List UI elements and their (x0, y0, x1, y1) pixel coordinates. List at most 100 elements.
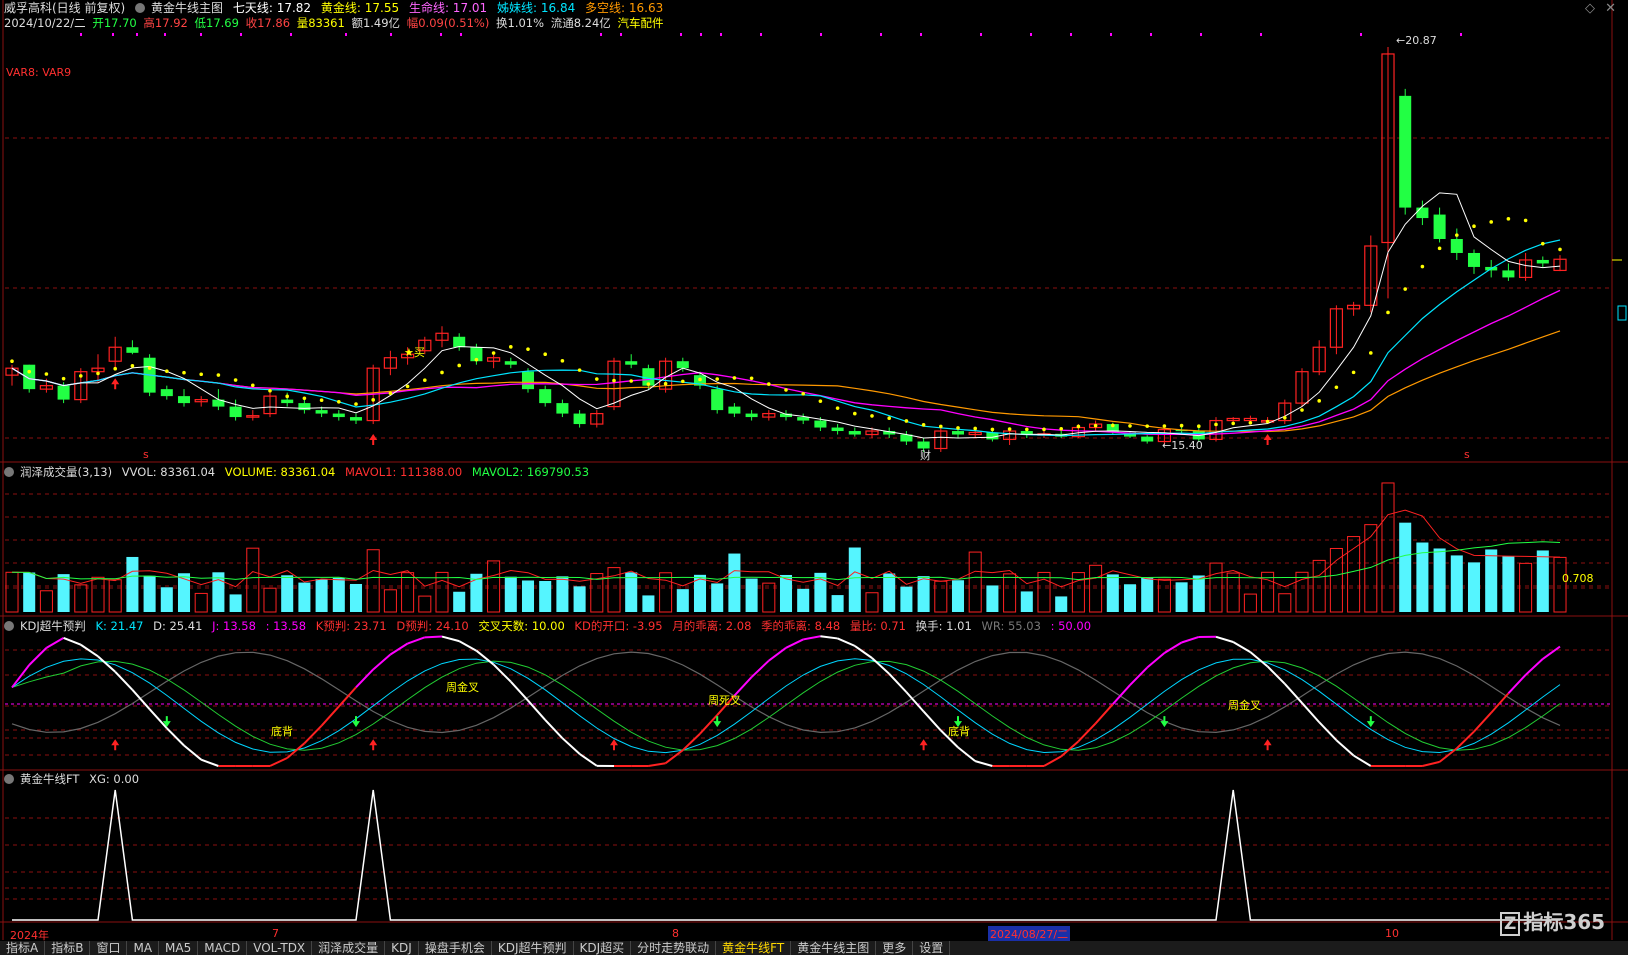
gold-dot (45, 372, 49, 376)
kdj-d-pred: D预判: 24.10 (396, 619, 468, 633)
stock-name[interactable]: 威孚高科(日线 前复权) (4, 1, 125, 15)
tab-11[interactable]: KDJ超买 (574, 941, 632, 955)
gold-dot (10, 359, 14, 363)
gold-dot (1094, 424, 1098, 428)
quote-low: 低17.69 (195, 16, 239, 30)
marker-dot (920, 33, 922, 36)
volume-bar (195, 593, 207, 612)
gold-dot (1111, 424, 1115, 428)
gold-dot (767, 382, 771, 386)
tab-7[interactable]: 润泽成交量 (312, 941, 385, 955)
gold-dot (27, 370, 31, 374)
tab-6[interactable]: VOL-TDX (247, 941, 312, 955)
cai-marker[interactable]: 财 (920, 447, 931, 463)
gold-dot (389, 391, 393, 395)
tab-3[interactable]: MA (127, 941, 159, 955)
tab-0[interactable]: 指标A (0, 941, 45, 955)
candle-body (1468, 253, 1480, 267)
gold-dot (354, 402, 358, 406)
candle-body (849, 431, 861, 434)
axis-month: 10 (1385, 927, 1399, 940)
kdj-j-segment (1130, 668, 1147, 686)
volume-bar (1244, 594, 1256, 612)
gold-dot (268, 389, 272, 393)
tab-9[interactable]: 操盘手机会 (419, 941, 492, 955)
marker-dot (80, 33, 82, 36)
quote-sector[interactable]: 汽车配件 (617, 16, 663, 30)
ft-panel-title[interactable]: 黄金牛线FT (20, 772, 79, 786)
main-indicator-name[interactable]: 黄金牛线主图 (151, 1, 223, 15)
gold-dot (1541, 242, 1545, 246)
marker-dot (720, 33, 722, 36)
kdj-wr: WR: 55.03 (981, 619, 1040, 633)
close-icon[interactable]: ✕ (1605, 1, 1616, 16)
kdj-panel-title[interactable]: KDJ超牛预判 (20, 619, 86, 633)
gold-dot (887, 416, 891, 420)
price-low-value: 15.40 (1171, 439, 1203, 452)
settings-icon[interactable] (4, 774, 14, 784)
settings-icon[interactable] (4, 467, 14, 477)
volume-bar (23, 573, 35, 612)
volume-bar (539, 581, 551, 612)
right-marker (1618, 306, 1626, 320)
tab-16[interactable]: 设置 (913, 941, 950, 955)
gold-dot (853, 412, 857, 416)
tab-2[interactable]: 窗口 (90, 941, 127, 955)
kdj-j-segment (494, 665, 511, 682)
gold-dot (1059, 427, 1063, 431)
tab-15[interactable]: 更多 (876, 941, 913, 955)
settings-icon[interactable] (4, 621, 14, 631)
buy-arrow-icon (369, 434, 377, 445)
kdj-j-segment (322, 707, 339, 726)
gold-dot (1249, 421, 1253, 425)
marker-dot (136, 33, 138, 36)
marker-dot (820, 33, 822, 36)
kdj-j: J: 13.58 (212, 619, 256, 633)
price-low-label: ←15.40 (1162, 439, 1203, 452)
kdj-j-segment (1336, 740, 1353, 755)
volume-right-value: 0.708 (1562, 572, 1594, 585)
quote-change: 幅0.09(0.51%) (407, 16, 490, 30)
candle-body (316, 410, 328, 413)
kdj-j-segment (889, 674, 906, 692)
ma7-line (12, 193, 1560, 438)
diamond-icon[interactable]: ◇ (1585, 1, 1595, 16)
candle-body (574, 414, 586, 424)
kdj-j-segment (700, 715, 717, 734)
tab-10[interactable]: KDJ超牛预判 (492, 941, 574, 955)
volume-bar (230, 594, 242, 612)
kdj-annotation: 底背 (948, 723, 970, 739)
header-quote-line: 2024/10/22/二 开17.70 高17.92 低17.69 收17.86… (4, 15, 669, 31)
s-marker[interactable]: s (143, 448, 149, 461)
marker-dot (980, 33, 982, 36)
life-line-value: 生命线: 17.01 (409, 1, 487, 15)
window-controls[interactable]: ◇ ✕ (1585, 1, 1616, 16)
candle-body (556, 403, 568, 413)
volume-bar (144, 576, 156, 612)
volume-bar (1193, 575, 1205, 612)
kdj-j-segment (1078, 723, 1095, 741)
gold-dot (612, 379, 616, 383)
volume-bar (1468, 562, 1480, 612)
gold-dot (836, 406, 840, 410)
tab-4[interactable]: MA5 (159, 941, 198, 955)
s-marker[interactable]: s (1464, 448, 1470, 461)
gold-dot (543, 352, 547, 356)
candle-body (746, 414, 758, 417)
mavol2-line (12, 542, 1560, 580)
kdj-annotation: 底背 (271, 723, 293, 739)
settings-icon[interactable] (135, 3, 145, 13)
tab-13[interactable]: 黄金牛线FT (716, 941, 791, 955)
kdj-j-segment (201, 760, 218, 766)
kdj-j-segment (924, 711, 941, 730)
candle-body (178, 396, 190, 403)
tab-12[interactable]: 分时走势联动 (631, 941, 716, 955)
tab-5[interactable]: MACD (198, 941, 247, 955)
candle-body (677, 361, 689, 368)
tab-14[interactable]: 黄金牛线主图 (791, 941, 876, 955)
volume-panel-title[interactable]: 润泽成交量(3,13) (20, 465, 112, 479)
volume-bar (1227, 573, 1239, 612)
volume-bar (6, 572, 18, 612)
tab-1[interactable]: 指标B (45, 941, 90, 955)
tab-8[interactable]: KDJ (385, 941, 419, 955)
